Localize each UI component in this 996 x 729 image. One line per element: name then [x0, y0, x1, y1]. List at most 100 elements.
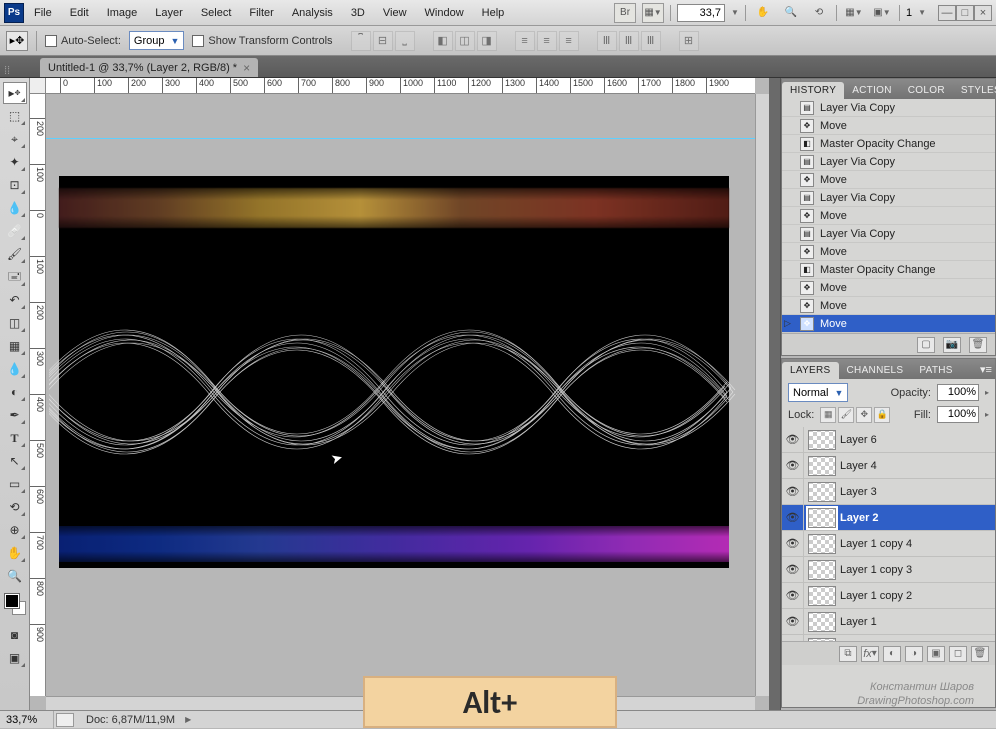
dist-vcenter-icon[interactable]: ≡ [537, 31, 557, 51]
layer-visibility-icon[interactable]: 👁 [782, 583, 804, 608]
fill-field[interactable]: 100% [937, 406, 979, 423]
layer-row[interactable]: 👁Layer 6 [782, 427, 995, 453]
canvas[interactable]: ➤ [59, 176, 729, 568]
zoom-tool[interactable]: 🔍 [3, 565, 27, 587]
menu-filter[interactable]: Filter [241, 4, 281, 22]
layer-thumbnail[interactable] [808, 560, 836, 580]
layer-visibility-icon[interactable]: 👁 [782, 479, 804, 504]
zoom-level-field[interactable]: 33,7 [677, 4, 725, 22]
marquee-tool[interactable]: ⬚ [3, 105, 27, 127]
history-item[interactable]: ✥Move [782, 297, 995, 315]
new-layer-icon[interactable]: ◻ [949, 646, 967, 662]
history-brush-tool[interactable]: ↶ [3, 289, 27, 311]
vertical-scrollbar[interactable] [755, 94, 769, 696]
lock-position-icon[interactable]: ✥ [856, 407, 872, 423]
dist-right-icon[interactable]: Ⅲ [641, 31, 661, 51]
hand-tool-icon[interactable]: ✋ [752, 3, 774, 23]
show-transform-checkbox[interactable]: Show Transform Controls [192, 35, 332, 47]
link-layers-icon[interactable]: ⧉ [839, 646, 857, 662]
align-bottom-icon[interactable]: ⎵ [395, 31, 415, 51]
opacity-field[interactable]: 100% [937, 384, 979, 401]
fill-flyout-icon[interactable]: ▸ [985, 410, 989, 419]
tab-grip-icon[interactable]: ⁞⁞ [4, 65, 10, 77]
guide-line[interactable] [46, 138, 755, 139]
lock-all-icon[interactable]: 🔒 [874, 407, 890, 423]
crop-tool[interactable]: ⊡ [3, 174, 27, 196]
gradient-tool[interactable]: ▦ [3, 335, 27, 357]
layer-name-label[interactable]: Layer 1 [840, 616, 877, 628]
layer-thumbnail[interactable] [808, 586, 836, 606]
layer-name-label[interactable]: Layer 6 [840, 434, 877, 446]
panel-menu-icon[interactable]: ▾≡ [977, 361, 995, 379]
layer-thumbnail[interactable] [808, 456, 836, 476]
dodge-tool[interactable]: ◐ [3, 381, 27, 403]
status-doc-size[interactable]: Doc: 6,87M/11,9M [76, 714, 185, 726]
history-item[interactable]: ▤Layer Via Copy [782, 225, 995, 243]
layer-visibility-icon[interactable]: 👁 [782, 505, 804, 530]
tab-paths[interactable]: PATHS [911, 362, 960, 379]
adjustment-layer-icon[interactable]: ◑ [905, 646, 923, 662]
view-extras-button[interactable]: ▦▼ [642, 3, 664, 23]
layer-row[interactable]: 👁 Layer 1 [782, 609, 995, 635]
status-zoom-field[interactable]: 33,7% [0, 711, 54, 729]
align-hcenter-icon[interactable]: ◫ [455, 31, 475, 51]
history-snapshot-icon[interactable]: 📷 [943, 337, 961, 353]
menu-file[interactable]: File [26, 4, 60, 22]
layer-name-label[interactable]: Layer 2 [840, 512, 879, 524]
menu-view[interactable]: View [375, 4, 415, 22]
blend-mode-dropdown[interactable]: Normal▼ [788, 383, 848, 402]
close-button[interactable]: × [974, 5, 992, 21]
history-item[interactable]: ▤Layer Via Copy [782, 99, 995, 117]
layer-row[interactable]: 👁Layer 4 [782, 453, 995, 479]
layer-style-icon[interactable]: fx▾ [861, 646, 879, 662]
layer-thumbnail[interactable] [808, 482, 836, 502]
lasso-tool[interactable]: ⌖ [3, 128, 27, 150]
layer-name-label[interactable]: Layer 1 copy 2 [840, 590, 912, 602]
zoom-tool-icon[interactable]: 🔍 [780, 3, 802, 23]
layer-row[interactable]: 👁Layer 1 copy 3 [782, 557, 995, 583]
dist-bottom-icon[interactable]: ≡ [559, 31, 579, 51]
align-right-icon[interactable]: ◨ [477, 31, 497, 51]
foreground-color-swatch[interactable] [5, 594, 19, 608]
align-left-icon[interactable]: ◧ [433, 31, 453, 51]
menu-image[interactable]: Image [99, 4, 146, 22]
quick-mask-toggle[interactable]: ◙ [3, 624, 27, 646]
history-item[interactable]: ✥Move [782, 171, 995, 189]
arrange-docs-icon[interactable]: ▦▼ [843, 3, 865, 23]
layer-group-icon[interactable]: ▣ [927, 646, 945, 662]
history-new-doc-icon[interactable]: ▢ [917, 337, 935, 353]
align-vcenter-icon[interactable]: ⊟ [373, 31, 393, 51]
tab-color[interactable]: COLOR [900, 82, 953, 99]
history-item[interactable]: ▤Layer Via Copy [782, 153, 995, 171]
hand-tool[interactable]: ✋ [3, 542, 27, 564]
bridge-button[interactable]: Br [614, 3, 636, 23]
layer-row[interactable]: 👁 Layer 2 [782, 505, 995, 531]
minimize-button[interactable]: — [938, 5, 956, 21]
menu-help[interactable]: Help [474, 4, 513, 22]
dist-hcenter-icon[interactable]: Ⅲ [619, 31, 639, 51]
canvas-viewport[interactable]: ➤ [46, 94, 755, 696]
menu-layer[interactable]: Layer [147, 4, 191, 22]
history-item[interactable]: ▤Layer Via Copy [782, 189, 995, 207]
tab-layers[interactable]: LAYERS [782, 362, 839, 379]
layer-visibility-icon[interactable]: 👁 [782, 609, 804, 634]
history-item[interactable]: ✥Move [782, 207, 995, 225]
pen-tool[interactable]: ✒ [3, 404, 27, 426]
dist-left-icon[interactable]: Ⅲ [597, 31, 617, 51]
menu-window[interactable]: Window [417, 4, 472, 22]
tab-action[interactable]: ACTION [844, 82, 900, 99]
layer-name-label[interactable]: Layer 4 [840, 460, 877, 472]
layer-thumbnail[interactable] [808, 508, 836, 528]
auto-select-checkbox[interactable]: Auto-Select: [45, 35, 121, 47]
clone-stamp-tool[interactable]: 🖃 [3, 266, 27, 288]
magic-wand-tool[interactable]: ✦ [3, 151, 27, 173]
app-logo[interactable]: Ps [4, 3, 24, 23]
auto-select-dropdown[interactable]: Group▼ [129, 31, 185, 50]
eyedropper-tool[interactable]: 💧 [3, 197, 27, 219]
lock-transparency-icon[interactable]: ▦ [820, 407, 836, 423]
path-select-tool[interactable]: ↖ [3, 450, 27, 472]
rotate-view-icon[interactable]: ⟲ [808, 3, 830, 23]
opacity-flyout-icon[interactable]: ▸ [985, 388, 989, 397]
horizontal-ruler[interactable]: 0100200300400500600700800900100011001200… [46, 78, 755, 94]
tab-close-icon[interactable]: × [243, 61, 250, 75]
